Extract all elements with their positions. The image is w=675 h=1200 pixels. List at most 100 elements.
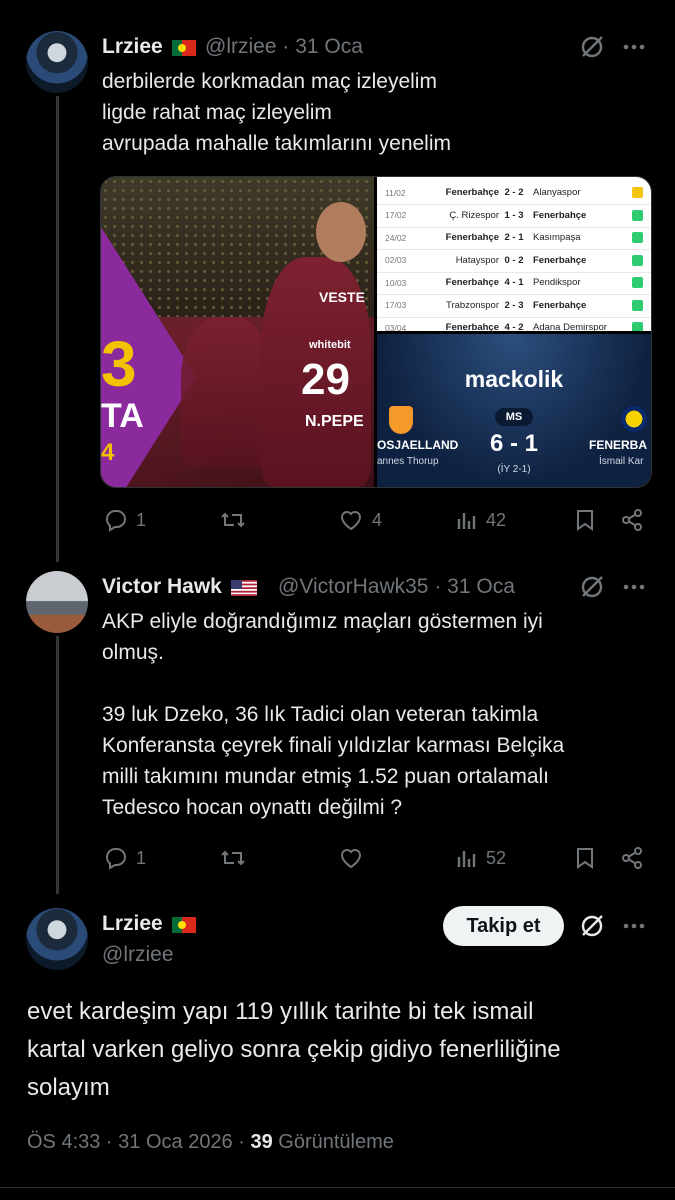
home-scorer: annes Thorup <box>377 456 439 467</box>
tweet-text: derbilerde korkmadan maç izleyelim ligde… <box>102 70 452 155</box>
tweet-meta: @VictorHawk35 · 31 Oca <box>278 575 515 599</box>
grok-icon[interactable] <box>575 30 609 64</box>
date[interactable]: 31 Oca <box>295 35 363 58</box>
heart-icon <box>340 849 362 869</box>
display-name[interactable]: Lrziee <box>102 912 196 936</box>
reply-button[interactable]: 1 <box>104 504 146 536</box>
tweet-media[interactable]: 3 TA 4 VESTE whitebit 29 N.PEPE 11/02 Fen… <box>100 176 652 488</box>
more-icon[interactable] <box>617 570 651 604</box>
tweet-meta: @lrziee · 31 Oca <box>205 35 363 59</box>
reply-count: 1 <box>136 847 147 868</box>
heart-icon <box>340 511 362 531</box>
fixture-away: Adana Demirspor <box>533 322 607 331</box>
views-button[interactable]: 42 <box>456 504 506 536</box>
fixture-away: Alanyaspor <box>533 187 581 198</box>
fixture-home: Hatayspor <box>455 254 499 266</box>
fixture-home: Fenerbahçe <box>445 187 499 198</box>
fixture-row: 17/02 Ç. Rizespor 1 - 3 Fenerbahçe <box>377 204 651 228</box>
fixture-row: 02/03 Hatayspor 0 - 2 Fenerbahçe <box>377 249 651 273</box>
fixture-score: 0 - 2 <box>504 254 524 266</box>
share-button[interactable] <box>620 842 644 874</box>
date[interactable]: 31 Oca <box>447 575 515 598</box>
away-team-badge-icon <box>621 406 647 432</box>
check-icon <box>632 232 643 243</box>
display-name[interactable]: Victor Hawk <box>102 575 257 599</box>
fixture-away: Pendikspor <box>533 277 581 288</box>
display-name[interactable]: Lrziee <box>102 35 196 59</box>
fixture-row: 24/02 Fenerbahçe 2 - 1 Kasımpaşa <box>377 226 651 250</box>
fixture-score: 2 - 2 <box>504 187 524 198</box>
reply-count: 1 <box>136 509 147 530</box>
fixture-date: 11/02 <box>385 187 406 198</box>
tweet-actions: 1 4 42 <box>100 504 650 536</box>
reply-icon <box>105 510 127 532</box>
handle[interactable]: @lrziee <box>205 35 277 58</box>
player-head <box>316 202 366 262</box>
away-team: FENERBA <box>589 438 648 452</box>
tweet-actions: 1 52 <box>100 842 650 874</box>
fixture-away: Fenerbahçe <box>533 209 587 221</box>
player-shirt <box>181 317 271 467</box>
fixture-date: 17/02 <box>385 210 407 220</box>
shirt-sponsor: VESTE <box>319 289 365 305</box>
share-button[interactable] <box>620 504 644 536</box>
like-count: 4 <box>372 509 383 530</box>
separator: · <box>434 575 448 598</box>
usa-flag-icon <box>230 580 257 596</box>
follow-button[interactable]: Takip et <box>443 906 564 946</box>
shirt-name: N.PEPE <box>305 413 364 430</box>
fixture-date: 03/04 <box>385 322 407 332</box>
fixture-away: Kasımpaşa <box>533 232 581 243</box>
grok-icon[interactable] <box>575 570 609 604</box>
fixture-score: 2 - 1 <box>504 232 524 243</box>
repost-button[interactable] <box>220 504 246 536</box>
more-icon[interactable] <box>617 909 651 943</box>
timestamp[interactable]: ÖS 4:33 · 31 Oca 2026 · <box>27 1131 250 1153</box>
avatar[interactable] <box>26 31 88 93</box>
fixture-date: 10/03 <box>385 277 407 288</box>
draw-icon <box>632 187 643 198</box>
fixture-row: 03/04 Fenerbahçe 4 - 2 Adana Demirspor <box>377 316 651 331</box>
display-name-text: Lrziee <box>102 35 163 58</box>
repost-button[interactable] <box>220 842 246 874</box>
avatar[interactable] <box>26 571 88 633</box>
handle[interactable]: @VictorHawk35 <box>278 575 429 598</box>
avatar[interactable] <box>26 908 88 970</box>
fixture-score: 1 - 3 <box>504 209 524 221</box>
check-icon <box>632 322 643 331</box>
bookmark-button[interactable] <box>574 504 596 536</box>
banner-text: TA <box>101 397 144 435</box>
bookmark-icon <box>577 510 593 531</box>
away-scorer: İsmail Kar <box>599 456 644 467</box>
separator: · <box>282 35 296 58</box>
display-name-text: Lrziee <box>102 912 163 935</box>
views-button[interactable]: 52 <box>456 842 506 874</box>
display-name-text: Victor Hawk <box>102 575 222 598</box>
fixture-date: 17/03 <box>385 300 407 310</box>
home-team: OSJAELLAND <box>377 438 459 452</box>
share-icon <box>622 509 642 531</box>
analytics-icon <box>457 513 476 529</box>
tweet-footer: ÖS 4:33 · 31 Oca 2026 · 39 Görüntüleme <box>27 1131 394 1154</box>
like-button[interactable]: 4 <box>338 504 382 536</box>
media-photo-players[interactable]: 3 TA 4 VESTE whitebit 29 N.PEPE <box>101 177 374 487</box>
reply-button[interactable]: 1 <box>104 842 146 874</box>
tweet-text: AKP eliyle doğrandığımız maçları gösterm… <box>102 610 565 819</box>
handle[interactable]: @lrziee <box>102 943 174 967</box>
media-fixtures-table[interactable]: 11/02 Fenerbahçe 2 - 2 Alanyaspor 17/02 Ç. Ri… <box>377 177 651 331</box>
check-icon <box>632 277 643 288</box>
portugal-flag-icon <box>171 917 196 933</box>
check-icon <box>632 254 643 266</box>
banner-text-2: 4 <box>101 439 115 466</box>
like-button[interactable] <box>338 842 364 874</box>
bookmark-button[interactable] <box>574 842 596 874</box>
fixture-date: 02/03 <box>385 255 407 265</box>
grok-icon[interactable] <box>575 909 609 943</box>
views-count: 42 <box>486 509 507 530</box>
views-label: Görüntüleme <box>278 1131 394 1153</box>
reply-icon <box>105 848 127 870</box>
media-scorecard[interactable]: mackolik MS 6 - 1 (İY 2-1) OSJAELLAND an… <box>377 334 651 487</box>
more-icon[interactable] <box>617 30 651 64</box>
fixture-score: 4 - 2 <box>504 322 524 331</box>
check-icon <box>632 299 643 311</box>
